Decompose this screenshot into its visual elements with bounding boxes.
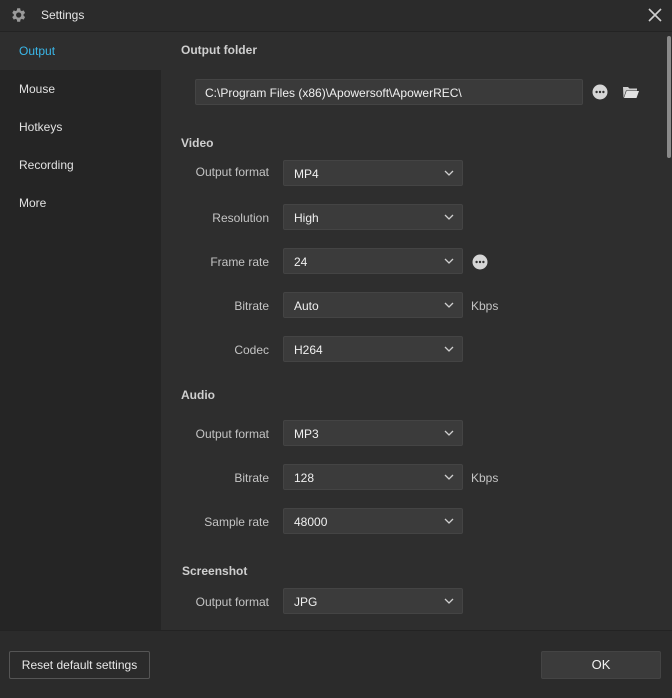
video-resolution-value: High: [294, 211, 319, 225]
sidebar-item-output[interactable]: Output: [0, 32, 161, 70]
chevron-down-icon: [444, 346, 454, 352]
audio-output-format-value: MP3: [294, 427, 319, 441]
output-folder-path: C:\Program Files (x86)\Apowersoft\Apower…: [205, 86, 462, 100]
audio-bitrate-label: Bitrate: [234, 471, 269, 485]
chevron-down-icon: [444, 518, 454, 524]
window-title: Settings: [41, 8, 85, 22]
gear-icon: [12, 8, 26, 22]
section-title-output-folder: Output folder: [181, 43, 257, 57]
video-output-format-value: MP4: [294, 167, 319, 181]
screenshot-output-format-label: Output format: [195, 595, 269, 609]
video-bitrate-value: Auto: [294, 299, 319, 313]
open-folder-icon[interactable]: [622, 84, 640, 100]
output-folder-path-field[interactable]: C:\Program Files (x86)\Apowersoft\Apower…: [195, 79, 583, 105]
video-resolution-label: Resolution: [212, 211, 269, 225]
chevron-down-icon: [444, 170, 454, 176]
audio-sample-rate-label: Sample rate: [204, 515, 269, 529]
audio-sample-rate-select[interactable]: 48000: [283, 508, 463, 534]
scrollbar-track[interactable]: [666, 32, 672, 630]
sidebar-item-hotkeys[interactable]: Hotkeys: [0, 108, 161, 146]
chevron-down-icon: [444, 598, 454, 604]
sidebar-item-recording[interactable]: Recording: [0, 146, 161, 184]
audio-output-format-label: Output format: [195, 427, 269, 441]
screenshot-output-format-value: JPG: [294, 595, 318, 609]
video-frame-rate-select[interactable]: 24: [283, 248, 463, 274]
video-bitrate-unit: Kbps: [471, 299, 499, 313]
sidebar-item-mouse[interactable]: Mouse: [0, 70, 161, 108]
chevron-down-icon: [444, 258, 454, 264]
more-options-icon[interactable]: [592, 84, 608, 100]
video-resolution-select[interactable]: High: [283, 204, 463, 230]
section-title-audio: Audio: [181, 388, 215, 402]
title-bar: Settings: [0, 0, 672, 32]
footer: Reset default settings OK: [0, 630, 672, 698]
chevron-down-icon: [444, 302, 454, 308]
audio-bitrate-value: 128: [294, 471, 315, 485]
audio-bitrate-select[interactable]: 128: [283, 464, 463, 490]
audio-bitrate-unit: Kbps: [471, 471, 499, 485]
sidebar-item-more[interactable]: More: [0, 184, 161, 222]
video-codec-label: Codec: [234, 343, 269, 357]
sidebar: Output Mouse Hotkeys Recording More: [0, 32, 161, 630]
video-bitrate-select[interactable]: Auto: [283, 292, 463, 318]
scrollbar-thumb[interactable]: [667, 36, 671, 158]
audio-output-format-select[interactable]: MP3: [283, 420, 463, 446]
video-frame-rate-value: 24: [294, 255, 308, 269]
video-bitrate-label: Bitrate: [234, 299, 269, 313]
settings-content: Output folder C:\Program Files (x86)\Apo…: [161, 32, 672, 630]
chevron-down-icon: [444, 430, 454, 436]
video-output-format-select[interactable]: MP4: [283, 160, 463, 186]
section-title-screenshot: Screenshot: [182, 564, 248, 578]
video-codec-value: H264: [294, 343, 323, 357]
audio-sample-rate-value: 48000: [294, 515, 328, 529]
close-icon[interactable]: [644, 5, 666, 25]
video-output-format-label: Output format: [195, 165, 269, 179]
section-title-video: Video: [181, 136, 214, 150]
chevron-down-icon: [444, 214, 454, 220]
video-frame-rate-label: Frame rate: [210, 255, 269, 269]
reset-default-settings-button[interactable]: Reset default settings: [9, 651, 150, 679]
frame-rate-options-icon[interactable]: [472, 254, 488, 270]
video-codec-select[interactable]: H264: [283, 336, 463, 362]
screenshot-output-format-select[interactable]: JPG: [283, 588, 463, 614]
chevron-down-icon: [444, 474, 454, 480]
ok-button[interactable]: OK: [541, 651, 661, 679]
